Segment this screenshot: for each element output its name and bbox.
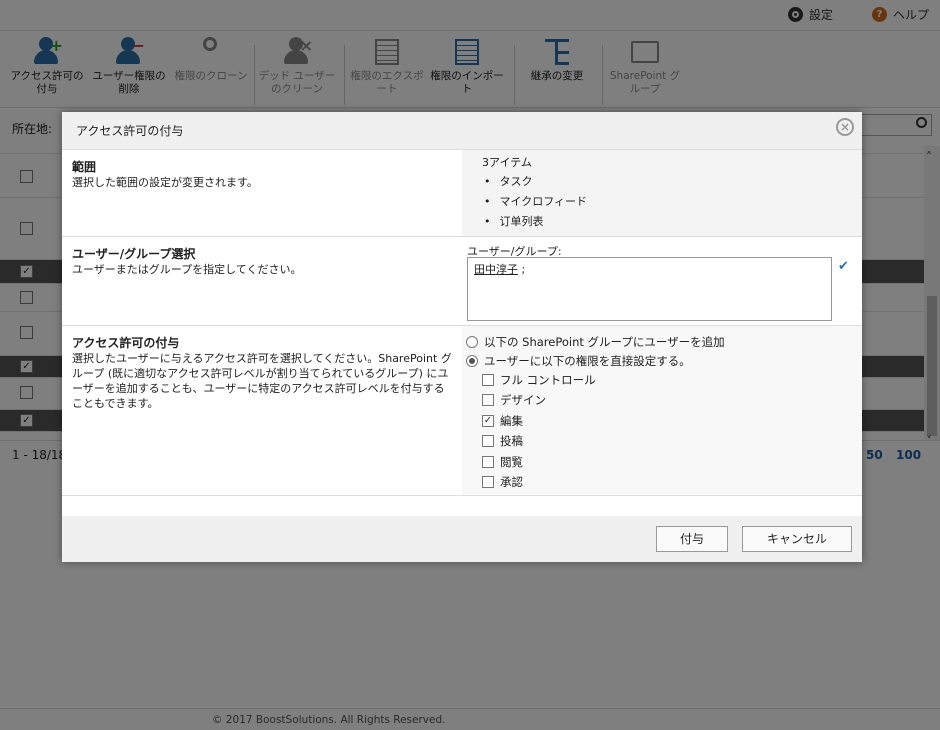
scope-title: 範囲 xyxy=(72,160,97,174)
permission-checkbox[interactable] xyxy=(482,374,494,386)
radio-button[interactable] xyxy=(466,355,478,367)
close-icon[interactable]: × xyxy=(836,118,854,136)
dialog-title: アクセス許可の付与 xyxy=(76,124,184,138)
check-names-icon[interactable]: ✔ xyxy=(838,259,856,275)
permission-label: 承認 xyxy=(500,475,523,489)
radio-label: ユーザーに以下の権限を直接設定する。 xyxy=(484,354,691,368)
permission-design[interactable]: デザイン xyxy=(482,392,546,408)
scope-item: マイクロフィード xyxy=(484,192,588,212)
grant-title: アクセス許可の付与 xyxy=(72,336,180,350)
scope-panel: 3アイテム タスク マイクロフィード 订单列表 xyxy=(462,150,862,236)
grant-button[interactable]: 付与 xyxy=(656,526,728,552)
permission-label: 閲覧 xyxy=(500,455,523,469)
grant-panel: 以下の SharePoint グループにユーザーを追加 ユーザーに以下の権限を直… xyxy=(462,326,862,495)
user-group-section: ユーザー/グループ選択 ユーザーまたはグループを指定してください。 ユーザー/グ… xyxy=(62,237,862,326)
cancel-button[interactable]: キャンセル xyxy=(742,526,852,552)
permission-label: デザイン xyxy=(500,393,546,407)
dialog-header: アクセス許可の付与 × xyxy=(62,112,862,150)
grant-section: アクセス許可の付与 選択したユーザーに与えるアクセス許可を選択してください。Sh… xyxy=(62,326,862,496)
permission-checkbox[interactable] xyxy=(482,456,494,468)
selected-user[interactable]: 田中淳子 xyxy=(474,263,518,276)
grant-description: 選択したユーザーに与えるアクセス許可を選択してください。SharePoint グ… xyxy=(72,352,452,410)
scope-list: タスク マイクロフィード 订单列表 xyxy=(484,172,588,232)
radio-button[interactable] xyxy=(466,336,478,348)
scope-item: 订单列表 xyxy=(484,212,587,232)
permission-checkbox[interactable] xyxy=(482,476,494,488)
grant-info: アクセス許可の付与 選択したユーザーに与えるアクセス許可を選択してください。Sh… xyxy=(72,336,452,411)
permission-checkbox[interactable] xyxy=(482,435,494,447)
user-separator: ; xyxy=(518,263,526,276)
dialog-footer: 付与 キャンセル xyxy=(62,516,862,562)
radio-direct-permission[interactable]: ユーザーに以下の権限を直接設定する。 xyxy=(466,353,691,369)
scope-description: 選択した範囲の設定が変更されます。 xyxy=(72,176,258,189)
scope-item: タスク xyxy=(484,172,587,192)
radio-add-to-group[interactable]: 以下の SharePoint グループにユーザーを追加 xyxy=(466,334,725,350)
grant-permission-dialog: アクセス許可の付与 × 範囲 選択した範囲の設定が変更されます。 3アイテム タ… xyxy=(62,112,862,562)
scope-count: 3アイテム xyxy=(482,156,532,169)
user-group-description: ユーザーまたはグループを指定してください。 xyxy=(72,263,302,276)
permission-approve[interactable]: 承認 xyxy=(482,474,523,490)
permission-checkbox[interactable] xyxy=(482,394,494,406)
permission-full-control[interactable]: フル コントロール xyxy=(482,372,596,388)
permission-label: 投稿 xyxy=(500,434,523,448)
permission-contribute[interactable]: 投稿 xyxy=(482,433,523,449)
user-group-title: ユーザー/グループ選択 xyxy=(72,247,196,261)
permission-checkbox[interactable]: ✓ xyxy=(482,415,494,427)
user-group-input[interactable]: 田中淳子 ; xyxy=(467,257,832,321)
permission-label: 編集 xyxy=(500,414,523,428)
permission-read[interactable]: 閲覧 xyxy=(482,454,523,470)
user-group-panel: ユーザー/グループ: 田中淳子 ; ✔ xyxy=(462,237,862,325)
scope-info: 範囲 選択した範囲の設定が変更されます。 xyxy=(72,160,452,190)
permission-label: フル コントロール xyxy=(500,373,596,387)
scope-section: 範囲 選択した範囲の設定が変更されます。 3アイテム タスク マイクロフィード … xyxy=(62,150,862,237)
user-group-info: ユーザー/グループ選択 ユーザーまたはグループを指定してください。 xyxy=(72,247,452,277)
radio-label: 以下の SharePoint グループにユーザーを追加 xyxy=(484,335,725,349)
permission-edit[interactable]: ✓ 編集 xyxy=(482,413,523,429)
